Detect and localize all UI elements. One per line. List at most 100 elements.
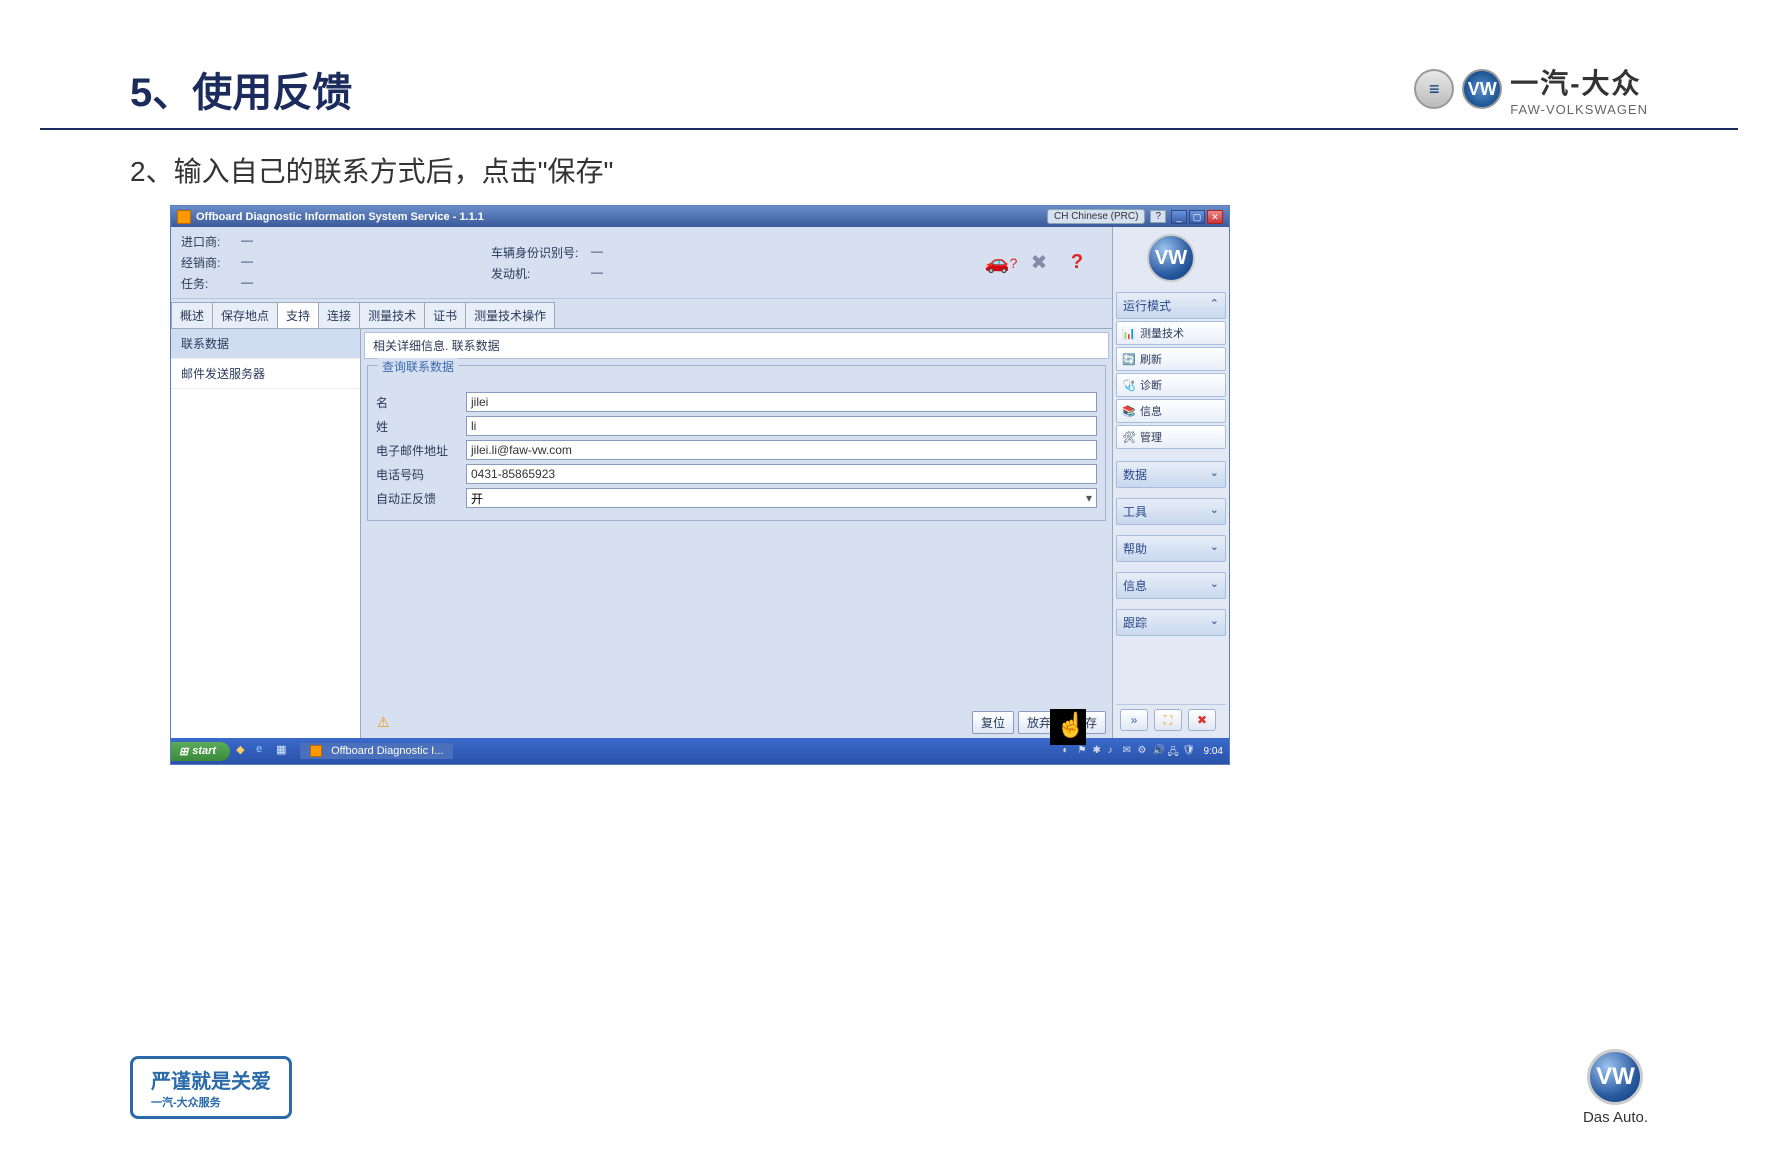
tab-connect[interactable]: 连接 (318, 302, 360, 328)
vw-footer-logo-icon: VW (1587, 1049, 1643, 1105)
vin-label: 车辆身份识别号: (491, 244, 591, 261)
section-trace[interactable]: 跟踪⌄ (1116, 609, 1226, 636)
close-button[interactable]: ✕ (1207, 210, 1223, 224)
dealer-label: 经销商: (181, 254, 241, 271)
slide-title: 5、使用反馈 (130, 60, 352, 118)
tray-icon[interactable]: 🛡 (1183, 745, 1195, 757)
maximize-button[interactable]: ▢ (1189, 210, 1205, 224)
tray-icon[interactable]: ⚙ (1138, 745, 1150, 757)
stethoscope-icon: 🩺 (1122, 379, 1136, 391)
slide-subtitle: 2、输入自己的联系方式后，点击"保存" (40, 130, 1738, 205)
expand-button[interactable]: ⛶ (1154, 709, 1182, 731)
refresh-icon: 🔄 (1122, 353, 1136, 365)
window-title: Offboard Diagnostic Information System S… (196, 211, 1047, 223)
windows-icon: ⊞ (179, 745, 188, 758)
help-button[interactable]: ? (1150, 210, 1166, 223)
form-title: 相关详细信息. 联系数据 (364, 332, 1109, 359)
reset-button[interactable]: 复位 (972, 711, 1014, 734)
vw-logo-large: VW (1147, 234, 1195, 282)
mode-diagnose[interactable]: 🩺诊断 (1116, 373, 1226, 397)
brand-en: FAW-VOLKSWAGEN (1510, 102, 1648, 117)
tab-support[interactable]: 支持 (277, 302, 319, 328)
slide-footer: 严谨就是关爱 一汽-大众服务 VW Das Auto. (130, 1049, 1648, 1126)
task-label: 任务: (181, 275, 241, 292)
section-info[interactable]: 信息⌄ (1116, 572, 1226, 599)
next-button[interactable]: » (1120, 709, 1148, 731)
car-help-icon[interactable]: 🚗? (986, 251, 1016, 275)
tab-save-location[interactable]: 保存地点 (212, 302, 278, 328)
tray-icon[interactable]: ✱ (1093, 745, 1105, 757)
engine-label: 发动机: (491, 265, 591, 282)
tray-icon[interactable]: 🖧 (1168, 745, 1180, 757)
ie-icon[interactable]: e (256, 743, 272, 759)
right-panel: VW 运行模式⌃ 📊测量技术 🔄刷新 🩺诊断 📚信息 🛠管理 数据⌄ 工具⌄ 帮… (1113, 227, 1229, 738)
importer-value: — (241, 233, 253, 250)
quicklaunch-icon[interactable]: ◆ (236, 743, 252, 759)
mode-manage[interactable]: 🛠管理 (1116, 425, 1226, 449)
email-label: 电子邮件地址 (376, 442, 466, 459)
discard-button[interactable]: 放弃 (1018, 711, 1060, 734)
chevron-down-icon: ⌄ (1210, 466, 1219, 483)
language-selector[interactable]: CH Chinese (PRC) (1047, 209, 1145, 224)
tools-disabled-icon[interactable]: ✖ (1024, 251, 1054, 275)
chevron-up-icon: ⌃ (1210, 297, 1219, 314)
mode-measure[interactable]: 📊测量技术 (1116, 321, 1226, 345)
brand-cn: 一汽-大众 (1510, 62, 1648, 102)
minimize-button[interactable]: _ (1171, 210, 1187, 224)
side-nav: 联系数据 邮件发送服务器 (171, 329, 361, 738)
save-button[interactable]: 保存 (1064, 711, 1106, 734)
das-auto-text: Das Auto. (1583, 1109, 1648, 1126)
start-button[interactable]: ⊞start (171, 742, 230, 761)
section-data[interactable]: 数据⌄ (1116, 461, 1226, 488)
fieldset-legend: 查询联系数据 (378, 358, 458, 375)
tray-icon[interactable]: ◐ (1063, 745, 1075, 757)
form-panel: 相关详细信息. 联系数据 查询联系数据 名 姓 (361, 329, 1112, 738)
contact-fieldset: 查询联系数据 名 姓 电子邮件地址 (367, 365, 1106, 521)
section-help[interactable]: 帮助⌄ (1116, 535, 1226, 562)
gear-icon: 🛠 (1122, 431, 1136, 443)
phone-label: 电话号码 (376, 466, 466, 483)
dealer-value: — (241, 254, 253, 271)
task-app-icon (310, 745, 322, 757)
windows-taskbar[interactable]: ⊞start ◆ e ▦ Offboard Diagnostic I... ◐ … (171, 738, 1229, 764)
desktop-icon[interactable]: ▦ (276, 743, 292, 759)
firstname-label: 名 (376, 394, 466, 411)
sidebar-item-mailserver[interactable]: 邮件发送服务器 (171, 359, 360, 389)
close-tool-button[interactable]: ✖ (1188, 709, 1216, 731)
tab-overview[interactable]: 概述 (171, 302, 213, 328)
mode-header[interactable]: 运行模式⌃ (1116, 292, 1226, 319)
slide-header: 5、使用反馈 ≡ VW 一汽-大众 FAW-VOLKSWAGEN (40, 20, 1738, 130)
chevron-down-icon: ⌄ (1210, 614, 1219, 631)
phone-input[interactable] (466, 464, 1097, 484)
importer-label: 进口商: (181, 233, 241, 250)
vw-logo-icon: VW (1462, 69, 1502, 109)
mode-refresh[interactable]: 🔄刷新 (1116, 347, 1226, 371)
sidebar-item-contact[interactable]: 联系数据 (171, 329, 360, 359)
firstname-input[interactable] (466, 392, 1097, 412)
tab-certificate[interactable]: 证书 (424, 302, 466, 328)
window-titlebar[interactable]: Offboard Diagnostic Information System S… (171, 206, 1229, 227)
mode-info[interactable]: 📚信息 (1116, 399, 1226, 423)
engine-value: — (591, 265, 603, 282)
tray-icon[interactable]: ✉ (1123, 745, 1135, 757)
tray-icon[interactable]: ♪ (1108, 745, 1120, 757)
question-icon[interactable]: ? (1062, 251, 1092, 275)
info-header: 进口商:— 经销商:— 任务:— 车辆身份识别号:— 发动机:— 🚗? ✖ ? (171, 227, 1112, 299)
task-value: — (241, 275, 253, 292)
taskbar-app-item[interactable]: Offboard Diagnostic I... (300, 743, 453, 759)
chevron-down-icon: ⌄ (1210, 577, 1219, 594)
surname-input[interactable] (466, 416, 1097, 436)
tray-icon[interactable]: 🔊 (1153, 745, 1165, 757)
email-input[interactable] (466, 440, 1097, 460)
autofeedback-select[interactable]: 开 (466, 488, 1097, 508)
tab-measure-tech[interactable]: 测量技术 (359, 302, 425, 328)
tray-icon[interactable]: ⚑ (1078, 745, 1090, 757)
vin-value: — (591, 244, 603, 261)
chevron-down-icon: ⌄ (1210, 540, 1219, 557)
tab-bar: 概述 保存地点 支持 连接 测量技术 证书 测量技术操作 (171, 299, 1112, 329)
gauge-icon: 📊 (1122, 327, 1136, 339)
system-tray[interactable]: ◐ ⚑ ✱ ♪ ✉ ⚙ 🔊 🖧 🛡 9:04 (1057, 745, 1229, 757)
tab-measure-ops[interactable]: 测量技术操作 (465, 302, 555, 328)
taskbar-clock[interactable]: 9:04 (1204, 746, 1223, 757)
section-tools[interactable]: 工具⌄ (1116, 498, 1226, 525)
